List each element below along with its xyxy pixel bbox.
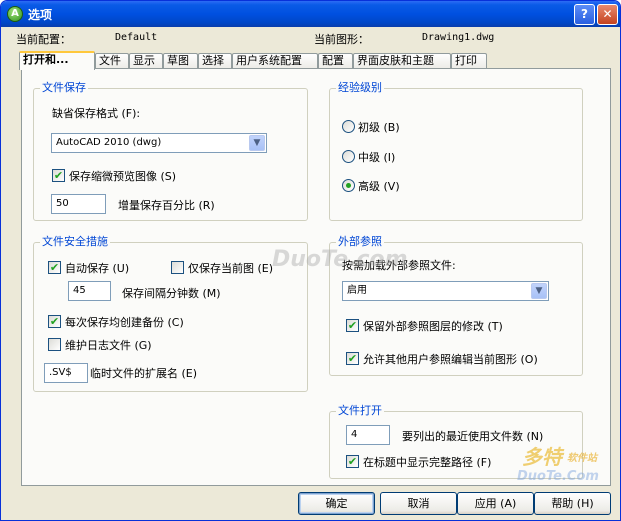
title-close-button[interactable]: ✕ [597, 4, 618, 25]
window-title: 选项 [28, 8, 53, 22]
demand-load-dropdown[interactable]: 启用 ▼ [342, 281, 549, 301]
tab-plot[interactable]: 打印 [451, 53, 487, 69]
demand-load-label: 按需加载外部参照文件: [342, 259, 456, 272]
tab-profiles[interactable]: 配置 [318, 53, 353, 69]
cancel-button[interactable]: 取消 [380, 492, 457, 515]
file-open-legend: 文件打开 [338, 404, 382, 417]
radio-beginner[interactable] [342, 120, 355, 133]
autosave-checkbox[interactable]: ✔ [48, 261, 61, 274]
log-file-checkbox[interactable] [48, 338, 61, 351]
title-help-button[interactable]: ? [574, 4, 595, 25]
recent-files-input[interactable]: 4 [346, 425, 390, 445]
tab-open-save[interactable]: 打开和... [19, 51, 95, 70]
radio-selected-dot [346, 183, 351, 188]
save-current-only-checkbox[interactable] [171, 261, 184, 274]
retain-xref-changes-label[interactable]: 保留外部参照图层的修改 (T) [363, 318, 503, 334]
full-path-label[interactable]: 在标题中显示完整路径 (F) [363, 454, 491, 470]
autosave-label[interactable]: 自动保存 (U) [65, 260, 129, 276]
log-file-label[interactable]: 维护日志文件 (G) [65, 337, 152, 353]
file-safety-legend: 文件安全措施 [42, 235, 108, 248]
autocad-app-icon: A [7, 6, 23, 22]
default-format-label: 缺省保存格式 (F): [52, 107, 141, 120]
ok-button[interactable]: 确定 [298, 492, 375, 515]
radio-beginner-label[interactable]: 初级 (B) [358, 119, 400, 135]
tab-user-preferences[interactable]: 用户系统配置 [232, 53, 318, 69]
current-profile-label: 当前配置： [16, 33, 71, 46]
tab-files[interactable]: 文件 [95, 53, 129, 69]
create-backup-checkbox[interactable]: ✔ [48, 315, 61, 328]
tab-drafting[interactable]: 草图 [163, 53, 198, 69]
radio-advanced[interactable] [342, 179, 355, 192]
tab-panel-open-save: 文件保存 缺省保存格式 (F): AutoCAD 2010 (dwg) ▼ ✔ … [21, 68, 611, 486]
allow-refedit-label[interactable]: 允许其他用户参照编辑当前图形 (O) [363, 351, 538, 367]
create-backup-label[interactable]: 每次保存均创建备份 (C) [65, 314, 184, 330]
temp-ext-label: 临时文件的扩展名 (E) [90, 367, 198, 380]
allow-refedit-checkbox[interactable]: ✔ [346, 352, 359, 365]
current-profile-value: Default [115, 32, 158, 43]
incremental-save-input[interactable]: 50 [51, 194, 106, 214]
options-dialog: A 选项 ? ✕ 当前配置： Default 当前图形： Drawing1.dw… [0, 0, 621, 521]
current-drawing-label: 当前图形： [314, 33, 369, 46]
default-format-dropdown[interactable]: AutoCAD 2010 (dwg) ▼ [51, 133, 267, 153]
profile-row: 当前配置： Default 当前图形： Drawing1.dwg [1, 31, 620, 47]
current-drawing-value: Drawing1.dwg [422, 32, 495, 43]
save-thumbnail-checkbox[interactable]: ✔ [52, 169, 65, 182]
file-save-legend: 文件保存 [42, 81, 86, 94]
apply-button[interactable]: 应用 (A) [457, 492, 534, 515]
save-current-only-label[interactable]: 仅保存当前图 (E) [188, 260, 273, 276]
save-interval-label: 保存间隔分钟数 (M) [122, 287, 221, 300]
dropdown-arrow-icon[interactable]: ▼ [249, 135, 265, 151]
tab-display[interactable]: 显示 [129, 53, 163, 69]
radio-intermediate[interactable] [342, 150, 355, 163]
save-interval-input[interactable]: 45 [68, 281, 111, 301]
save-thumbnail-label[interactable]: 保存缩微预览图像 (S) [69, 168, 176, 184]
title-bar[interactable]: A 选项 ? ✕ [1, 1, 620, 27]
incremental-save-label: 增量保存百分比 (R) [118, 199, 215, 212]
retain-xref-changes-checkbox[interactable]: ✔ [346, 319, 359, 332]
radio-intermediate-label[interactable]: 中级 (I) [358, 149, 395, 165]
xref-legend: 外部参照 [338, 235, 382, 248]
demand-load-value: 启用 [347, 285, 367, 296]
tab-skin-theme[interactable]: 界面皮肤和主题 [353, 53, 451, 69]
dropdown-arrow-icon[interactable]: ▼ [531, 283, 547, 299]
tab-selection[interactable]: 选择 [198, 53, 232, 69]
experience-level-legend: 经验级别 [338, 81, 382, 94]
radio-advanced-label[interactable]: 高级 (V) [358, 178, 400, 194]
help-button[interactable]: 帮助 (H) [534, 492, 611, 515]
temp-ext-input[interactable]: .SV$ [44, 363, 88, 383]
default-format-value: AutoCAD 2010 (dwg) [56, 137, 162, 148]
recent-files-label: 要列出的最近使用文件数 (N) [402, 430, 544, 443]
full-path-checkbox[interactable]: ✔ [346, 455, 359, 468]
